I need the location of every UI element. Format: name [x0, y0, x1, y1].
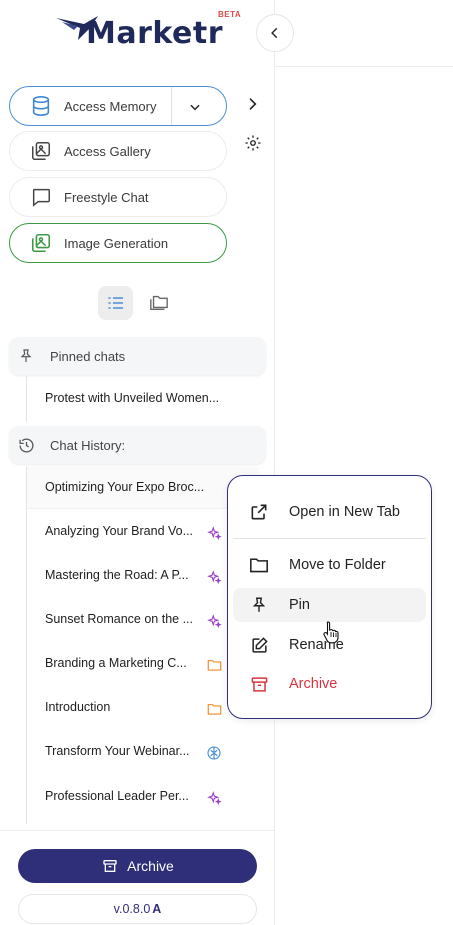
list-icon [107, 297, 123, 309]
history-chat-item[interactable]: Transform Your Webinar... [27, 731, 259, 773]
expand-modes-button[interactable] [244, 96, 260, 112]
access-gallery-label: Access Gallery [64, 143, 151, 159]
chevron-left-icon [271, 27, 278, 39]
pinned-chats-header[interactable]: Pinned chats [9, 337, 266, 375]
folders-icon [150, 295, 168, 310]
gallery-icon [28, 138, 54, 164]
database-icon [28, 93, 54, 119]
chat-title: Introduction [45, 700, 111, 714]
chat-title: Sunset Romance on the ... [45, 612, 194, 626]
image-generation-button[interactable]: Image Generation [9, 223, 227, 263]
history-chat-item[interactable]: Optimizing Your Expo Broc... [27, 467, 259, 509]
access-gallery-button[interactable]: Access Gallery [9, 131, 227, 171]
external-link-icon [248, 501, 270, 523]
folder-view-toggle[interactable] [147, 290, 171, 314]
version-suffix: A [152, 902, 162, 916]
pin-icon [17, 347, 35, 365]
menu-label: Pin [289, 597, 310, 613]
chat-context-menu: Open in New Tab Move to Folder Pin Renam… [227, 475, 432, 719]
edit-icon [248, 634, 270, 656]
chat-title: Branding a Marketing C... [45, 656, 187, 670]
pinned-chat-item[interactable]: Protest with Unveiled Women... [27, 378, 259, 420]
hand-cursor-icon [323, 621, 339, 644]
brain-icon [206, 745, 222, 761]
history-chat-item[interactable]: Branding a Marketing C... [27, 643, 259, 685]
settings-button[interactable] [244, 134, 262, 152]
chat-title: Transform Your Webinar... [45, 744, 190, 758]
chevron-down-icon[interactable] [185, 97, 205, 117]
move-to-folder-option[interactable]: Move to Folder [233, 548, 426, 582]
chat-history-title: Chat History: [50, 437, 126, 453]
archive-label: Archive [127, 858, 174, 874]
history-chat-item[interactable]: Analyzing Your Brand Vo... [27, 511, 259, 553]
menu-divider [233, 538, 426, 539]
chat-title: Optimizing Your Expo Broc... [45, 480, 205, 494]
freestyle-chat-button[interactable]: Freestyle Chat [9, 177, 227, 217]
chat-title: Professional Leader Per... [45, 789, 189, 803]
version-number: v.0.8.0 [113, 902, 151, 916]
history-chat-item[interactable]: Introduction [27, 687, 259, 729]
brand-logo: Marketr BETA [52, 10, 252, 56]
access-memory-label: Access Memory [64, 98, 157, 114]
chat-bubble-icon [28, 184, 54, 210]
pin-icon [248, 594, 270, 616]
sidebar: Marketr BETA Access Memory Access Galler… [0, 0, 275, 925]
divider [171, 87, 172, 125]
sparkle-icon [206, 790, 222, 806]
freestyle-chat-label: Freestyle Chat [64, 189, 149, 205]
pin-option[interactable]: Pin [233, 588, 426, 622]
list-view-toggle[interactable] [98, 286, 133, 320]
history-chat-item[interactable]: Mastering the Road: A P... [27, 555, 259, 597]
open-in-new-tab-option[interactable]: Open in New Tab [233, 495, 426, 529]
archive-icon [101, 857, 119, 875]
chat-title: Analyzing Your Brand Vo... [45, 524, 194, 538]
divider [0, 830, 275, 831]
chat-title: Mastering the Road: A P... [45, 568, 189, 582]
access-memory-button[interactable]: Access Memory [9, 86, 227, 126]
version-badge: v.0.8.0 A [18, 894, 257, 924]
pinned-chats-title: Pinned chats [50, 348, 126, 364]
archive-icon [248, 673, 270, 695]
history-icon [17, 436, 35, 454]
archive-button[interactable]: Archive [18, 849, 257, 883]
image-icon [28, 230, 54, 256]
gear-icon [245, 135, 261, 151]
history-chat-item[interactable]: Professional Leader Per... [27, 776, 259, 818]
sparkle-icon [206, 525, 222, 541]
archive-option[interactable]: Archive [233, 667, 426, 701]
folder-icon [206, 657, 222, 673]
history-chat-item[interactable]: Sunset Romance on the ... [27, 599, 259, 641]
sparkle-icon [206, 569, 222, 585]
chat-title: Protest with Unveiled Women... [45, 391, 220, 405]
image-generation-label: Image Generation [64, 235, 169, 251]
header-divider [275, 66, 453, 67]
beta-badge: BETA [218, 10, 242, 19]
menu-label: Archive [289, 676, 338, 692]
menu-label: Move to Folder [289, 557, 386, 573]
chevron-right-icon [249, 98, 257, 110]
brand-name: Marketr [86, 16, 224, 51]
sparkle-icon [206, 613, 222, 629]
folder-icon [206, 701, 222, 717]
collapse-sidebar-button[interactable] [256, 14, 294, 52]
chat-history-header[interactable]: Chat History: [9, 426, 266, 464]
menu-label: Open in New Tab [289, 504, 400, 520]
folder-icon [248, 554, 270, 576]
